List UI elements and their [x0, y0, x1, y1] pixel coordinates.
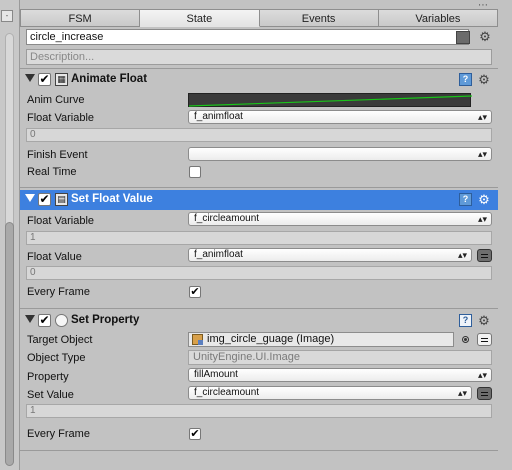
- tab-events[interactable]: Events: [259, 9, 379, 27]
- expand-triangle-icon[interactable]: [25, 194, 35, 202]
- float-value-label: Float Value: [27, 251, 82, 263]
- float-variable-label: Float Variable: [27, 215, 95, 227]
- object-type-label: Object Type: [27, 352, 86, 364]
- animate-action-icon: ▦: [55, 73, 68, 86]
- property-label: Property: [27, 371, 69, 383]
- float-variable-select[interactable]: f_circleamount ▴▾: [188, 212, 492, 226]
- action-title: Set Float Value: [71, 193, 153, 205]
- set-value-label: Set Value: [27, 389, 74, 401]
- help-icon[interactable]: ?: [459, 193, 472, 206]
- float-value-select[interactable]: f_animfloat ▴▾: [188, 248, 472, 262]
- select-arrows-icon: ▴▾: [477, 112, 487, 122]
- expand-triangle-icon[interactable]: [25, 74, 35, 82]
- anim-curve-label: Anim Curve: [27, 94, 85, 106]
- calculator-icon: ▤: [55, 193, 68, 206]
- action-enabled-checkbox[interactable]: ✔: [38, 73, 51, 86]
- variable-toggle-button[interactable]: [477, 249, 492, 262]
- tab-fsm[interactable]: FSM: [20, 9, 141, 27]
- property-select[interactable]: fillAmount ▴▾: [188, 368, 492, 382]
- every-frame-label: Every Frame: [27, 428, 90, 440]
- select-arrows-icon: ▴▾: [477, 149, 487, 159]
- select-arrows-icon: ▴▾: [477, 370, 487, 380]
- left-panel-strip: -: [0, 0, 20, 470]
- anim-curve-field[interactable]: [188, 93, 473, 107]
- action-enabled-checkbox[interactable]: ✔: [38, 193, 51, 206]
- select-value: f_circleamount: [194, 387, 260, 398]
- real-time-checkbox[interactable]: [189, 166, 201, 178]
- every-frame-label: Every Frame: [27, 286, 90, 298]
- vertical-scrollbar-thumb[interactable]: [5, 222, 14, 466]
- action-enabled-checkbox[interactable]: ✔: [38, 314, 51, 327]
- float-variable-value-display: 1: [26, 231, 492, 245]
- action-settings-gear-icon[interactable]: ⚙: [477, 314, 491, 328]
- help-icon[interactable]: ?: [459, 73, 472, 86]
- target-object-label: Target Object: [27, 334, 93, 346]
- finish-event-label: Finish Event: [27, 149, 88, 161]
- set-value-display: 1: [26, 404, 492, 418]
- action-settings-gear-icon[interactable]: ⚙: [477, 193, 491, 207]
- tab-state[interactable]: State: [140, 9, 260, 27]
- float-variable-value-display: 0: [26, 128, 492, 142]
- divider: [20, 187, 498, 188]
- select-value: f_animfloat: [194, 111, 243, 122]
- set-value-select[interactable]: f_circleamount ▴▾: [188, 386, 472, 400]
- action-header-set-float-value[interactable]: ✔ ▤ Set Float Value ? ⚙: [20, 190, 498, 210]
- variable-toggle-button[interactable]: [477, 333, 492, 346]
- select-value: f_circleamount: [194, 213, 260, 224]
- target-object-field[interactable]: img_circle_guage (Image): [188, 332, 454, 347]
- object-type-field: UnityEngine.UI.Image: [188, 350, 492, 365]
- help-icon[interactable]: ?: [459, 314, 472, 327]
- state-color-swatch[interactable]: [456, 31, 470, 44]
- every-frame-checkbox[interactable]: ✔: [189, 428, 201, 440]
- divider: [20, 68, 498, 69]
- variable-toggle-button[interactable]: [477, 387, 492, 400]
- curve-line: [188, 95, 473, 107]
- image-component-icon: [192, 334, 203, 345]
- real-time-label: Real Time: [27, 166, 77, 178]
- float-variable-label: Float Variable: [27, 112, 95, 124]
- tab-variables[interactable]: Variables: [378, 9, 498, 27]
- object-picker-icon[interactable]: [462, 336, 469, 343]
- divider: [20, 450, 498, 451]
- select-value: f_animfloat: [194, 249, 243, 260]
- divider: [20, 308, 498, 309]
- every-frame-checkbox[interactable]: ✔: [189, 286, 201, 298]
- select-arrows-icon: ▴▾: [477, 214, 487, 224]
- expand-triangle-icon[interactable]: [25, 315, 35, 323]
- action-header-animate-float[interactable]: ✔ ▦ Animate Float ? ⚙: [20, 70, 498, 90]
- action-title: Set Property: [71, 314, 140, 326]
- collapse-icon[interactable]: -: [1, 10, 13, 22]
- action-header-set-property[interactable]: ✔ Set Property ? ⚙: [20, 311, 498, 331]
- tab-bar: FSM State Events Variables: [20, 9, 498, 27]
- playmaker-inspector: ⋯ FSM State Events Variables circle_incr…: [20, 0, 512, 470]
- action-settings-gear-icon[interactable]: ⚙: [477, 73, 491, 87]
- select-arrows-icon: ▴▾: [457, 250, 467, 260]
- action-title: Animate Float: [71, 73, 148, 85]
- state-settings-gear-icon[interactable]: ⚙: [478, 30, 492, 44]
- finish-event-select[interactable]: ▴▾: [188, 147, 492, 161]
- float-variable-select[interactable]: f_animfloat ▴▾: [188, 110, 492, 124]
- select-arrows-icon: ▴▾: [457, 388, 467, 398]
- select-value: fillAmount: [194, 369, 238, 380]
- target-object-value: img_circle_guage (Image): [207, 333, 335, 345]
- state-name-input[interactable]: circle_increase: [26, 29, 469, 45]
- float-value-display: 0: [26, 266, 492, 280]
- property-icon: [55, 314, 68, 327]
- state-description-field[interactable]: Description...: [26, 49, 492, 65]
